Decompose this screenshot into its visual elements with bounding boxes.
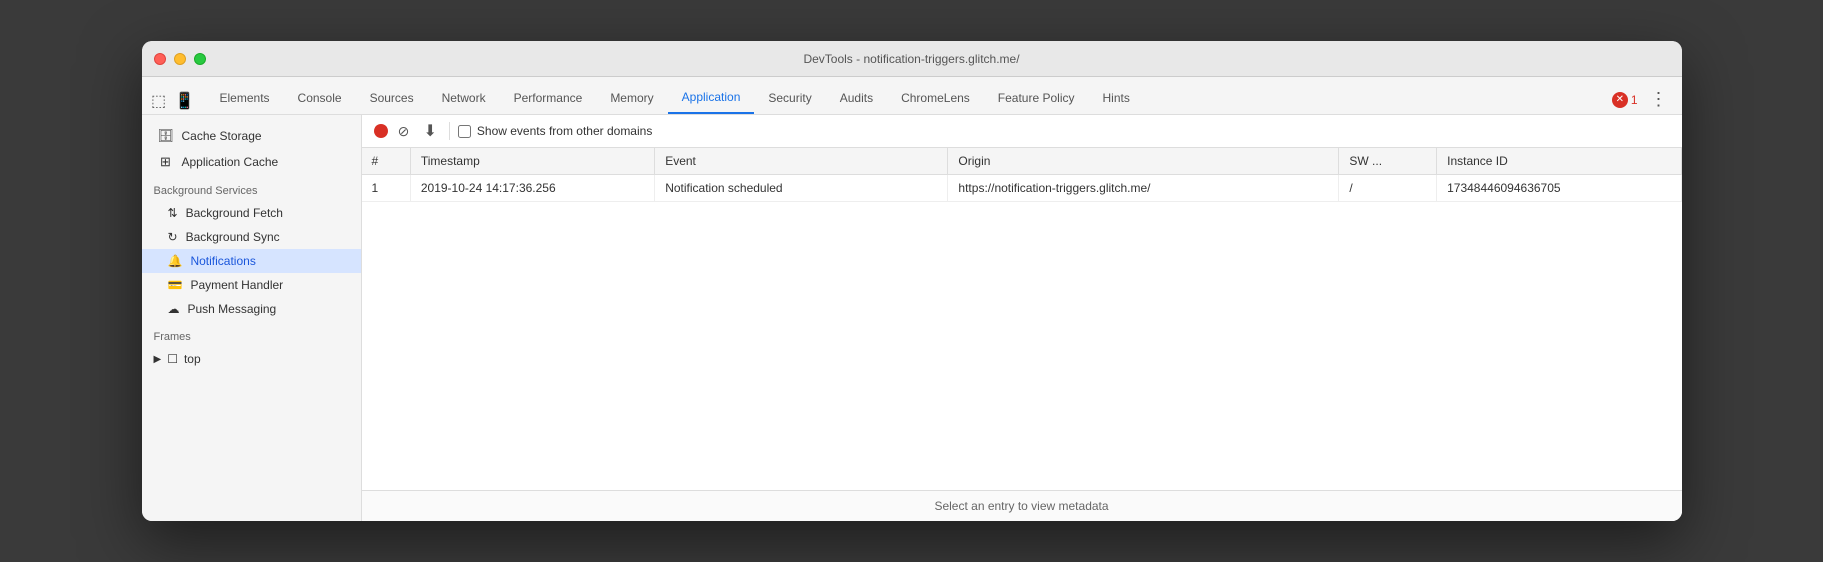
sidebar-item-cache-storage[interactable]: 🗄 Cache Storage <box>142 123 361 149</box>
notifications-icon: 🔔 <box>168 254 183 268</box>
col-header-instance: Instance ID <box>1437 148 1681 175</box>
tab-hints[interactable]: Hints <box>1089 82 1144 114</box>
background-fetch-icon: ⇅ <box>168 206 178 220</box>
tab-bar: ⬚ 📱 Elements Console Sources Network Per… <box>142 77 1682 115</box>
background-sync-icon: ↻ <box>168 230 178 244</box>
tab-console[interactable]: Console <box>284 82 356 114</box>
maximize-button[interactable] <box>194 53 206 65</box>
sidebar: 🗄 Cache Storage ⊞ Application Cache Back… <box>142 115 362 521</box>
cell-num: 1 <box>362 175 411 202</box>
frame-label: top <box>184 352 201 366</box>
tab-performance[interactable]: Performance <box>500 82 597 114</box>
minimize-button[interactable] <box>174 53 186 65</box>
sidebar-item-label: Notifications <box>190 254 255 268</box>
toolbar-divider <box>449 122 450 140</box>
tab-bar-right: ✕ 1 ⋮ <box>1612 85 1678 114</box>
record-button[interactable] <box>374 124 388 138</box>
background-services-label: Background Services <box>142 175 361 201</box>
sidebar-item-label: Payment Handler <box>190 278 283 292</box>
cell-instance: 17348446094636705 <box>1437 175 1681 202</box>
arrow-icon: ▶ <box>154 354 162 365</box>
show-events-text: Show events from other domains <box>477 124 652 138</box>
device-icon[interactable]: 📱 <box>172 88 198 114</box>
content-toolbar: ⊘ ⬇ Show events from other domains <box>362 115 1682 148</box>
sidebar-item-application-cache[interactable]: ⊞ Application Cache <box>142 149 361 175</box>
cell-event: Notification scheduled <box>655 175 948 202</box>
table-wrapper: # Timestamp Event Origin SW ... Instance… <box>362 148 1682 490</box>
error-count: 1 <box>1631 93 1638 107</box>
sidebar-item-label: Push Messaging <box>188 302 277 316</box>
tab-chromelens[interactable]: ChromeLens <box>887 82 984 114</box>
tab-network[interactable]: Network <box>428 82 500 114</box>
close-button[interactable] <box>154 53 166 65</box>
cache-storage-icon: 🗄 <box>158 128 174 144</box>
main-area: 🗄 Cache Storage ⊞ Application Cache Back… <box>142 115 1682 521</box>
status-message: Select an entry to view metadata <box>934 499 1108 513</box>
more-menu-button[interactable]: ⋮ <box>1644 85 1674 114</box>
sidebar-item-label: Background Sync <box>186 230 280 244</box>
tab-memory[interactable]: Memory <box>596 82 667 114</box>
error-icon: ✕ <box>1612 92 1628 108</box>
tab-sources[interactable]: Sources <box>356 82 428 114</box>
cell-origin: https://notification-triggers.glitch.me/ <box>948 175 1339 202</box>
cell-sw: / <box>1339 175 1437 202</box>
show-events-checkbox[interactable] <box>458 125 471 138</box>
sidebar-item-background-sync[interactable]: ↻ Background Sync <box>142 225 361 249</box>
tab-security[interactable]: Security <box>754 82 825 114</box>
show-events-label[interactable]: Show events from other domains <box>458 124 652 138</box>
push-messaging-icon: ☁ <box>168 302 180 316</box>
tab-application[interactable]: Application <box>668 82 755 114</box>
col-header-sw: SW ... <box>1339 148 1437 175</box>
col-header-num: # <box>362 148 411 175</box>
payment-handler-icon: 💳 <box>168 278 183 292</box>
application-cache-icon: ⊞ <box>158 154 174 170</box>
devtools-window: DevTools - notification-triggers.glitch.… <box>142 41 1682 521</box>
content-area: ⊘ ⬇ Show events from other domains # Tim… <box>362 115 1682 521</box>
table-header-row: # Timestamp Event Origin SW ... Instance… <box>362 148 1682 175</box>
tab-feature-policy[interactable]: Feature Policy <box>984 82 1089 114</box>
sidebar-item-label: Background Fetch <box>186 206 283 220</box>
status-bar: Select an entry to view metadata <box>362 490 1682 521</box>
download-button[interactable]: ⬇ <box>420 121 441 141</box>
sidebar-item-payment-handler[interactable]: 💳 Payment Handler <box>142 273 361 297</box>
tab-elements[interactable]: Elements <box>206 82 284 114</box>
traffic-lights <box>154 53 206 65</box>
frames-section: Frames <box>142 321 361 347</box>
sidebar-item-notifications[interactable]: 🔔 Notifications <box>142 249 361 273</box>
col-header-event: Event <box>655 148 948 175</box>
sidebar-item-label: Application Cache <box>182 155 279 169</box>
sidebar-item-top-frame[interactable]: ▶ ☐ top <box>142 347 361 371</box>
tab-audits[interactable]: Audits <box>826 82 887 114</box>
sidebar-item-label: Cache Storage <box>182 129 262 143</box>
frames-label: Frames <box>154 331 349 343</box>
frame-icon: ☐ <box>167 352 178 366</box>
window-title: DevTools - notification-triggers.glitch.… <box>803 52 1019 66</box>
table-row[interactable]: 1 2019-10-24 14:17:36.256 Notification s… <box>362 175 1682 202</box>
cell-timestamp: 2019-10-24 14:17:36.256 <box>410 175 654 202</box>
error-badge[interactable]: ✕ 1 <box>1612 92 1638 108</box>
sidebar-item-push-messaging[interactable]: ☁ Push Messaging <box>142 297 361 321</box>
titlebar: DevTools - notification-triggers.glitch.… <box>142 41 1682 77</box>
clear-button[interactable]: ⊘ <box>396 123 412 139</box>
col-header-timestamp: Timestamp <box>410 148 654 175</box>
col-header-origin: Origin <box>948 148 1339 175</box>
data-table: # Timestamp Event Origin SW ... Instance… <box>362 148 1682 202</box>
sidebar-item-background-fetch[interactable]: ⇅ Background Fetch <box>142 201 361 225</box>
inspect-icon[interactable]: ⬚ <box>146 88 172 114</box>
